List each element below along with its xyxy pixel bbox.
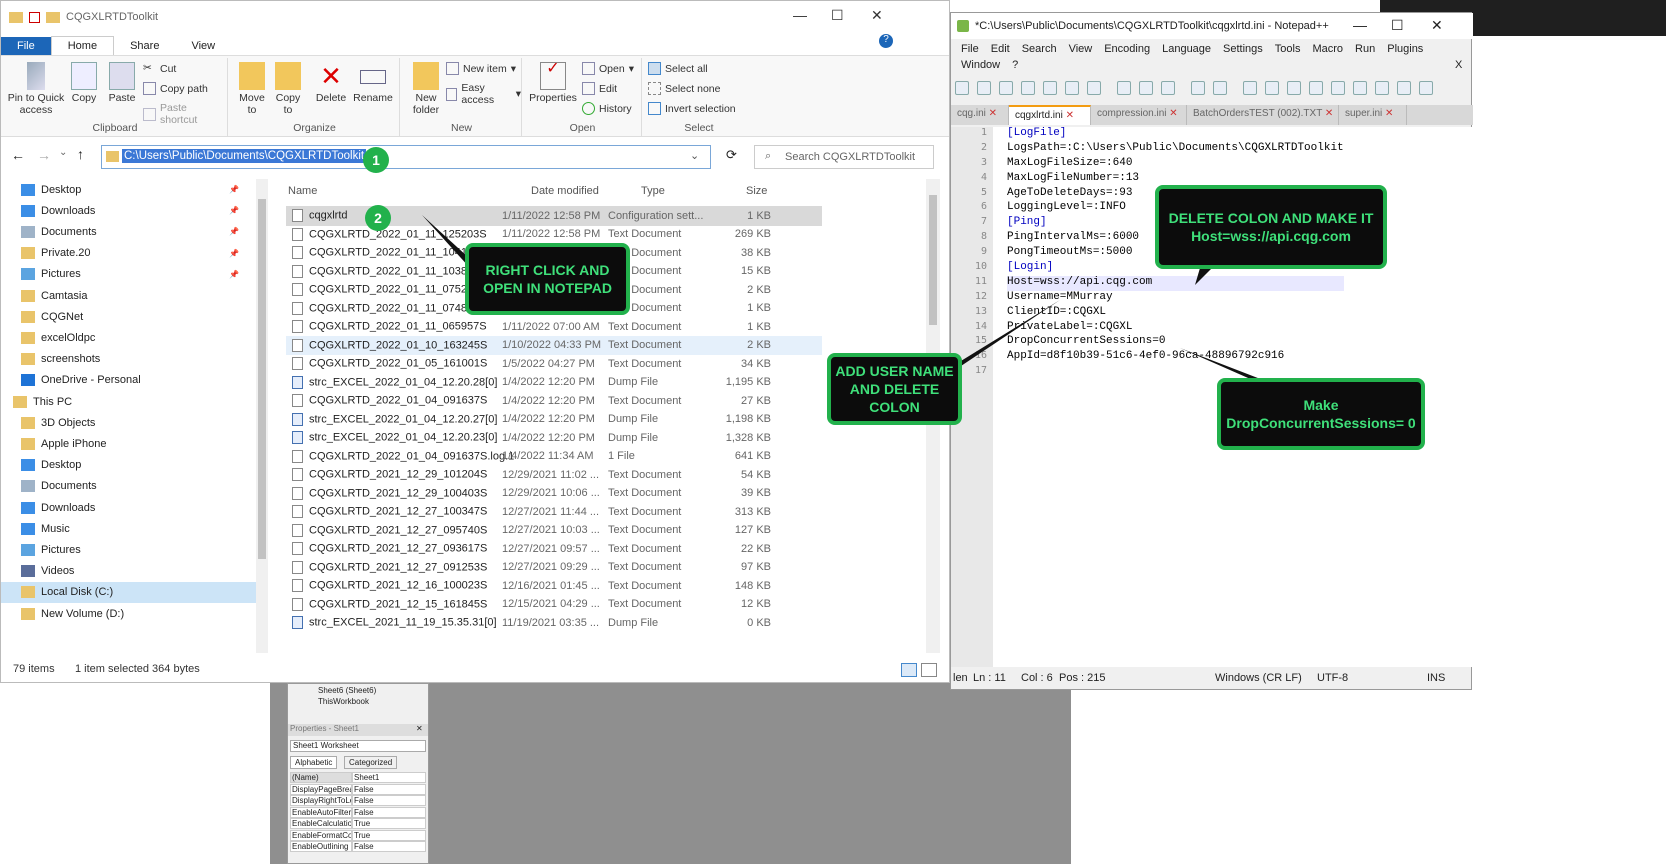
callout-open-notepad: RIGHT CLICK AND OPEN IN NOTEPAD bbox=[465, 243, 630, 315]
callout-host: DELETE COLON AND MAKE IT Host=wss://api.… bbox=[1155, 185, 1387, 269]
step-marker-1: 1 bbox=[363, 147, 389, 173]
callout-dropconcurrent: Make DropConcurrentSessions= 0 bbox=[1217, 378, 1425, 450]
step-marker-2: 2 bbox=[365, 205, 391, 231]
callout-username: ADD USER NAME AND DELETE COLON bbox=[827, 353, 962, 425]
pointer-c2 bbox=[1195, 268, 1212, 285]
